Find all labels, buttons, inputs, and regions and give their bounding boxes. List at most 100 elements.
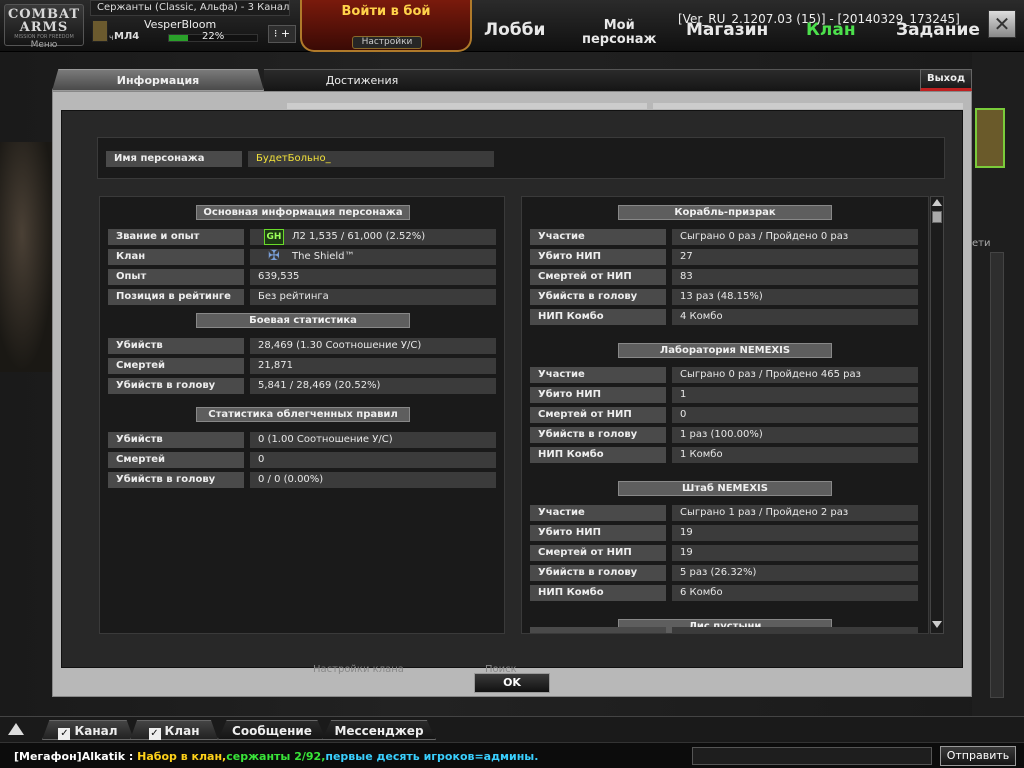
chat-line: [Мегафон]Alkatik : Набор в клан,сержанты… bbox=[0, 742, 1024, 768]
tab-information[interactable]: Информация bbox=[52, 69, 264, 91]
stat-value: Без рейтинга bbox=[250, 289, 496, 305]
xp-percent: 22% bbox=[202, 31, 225, 42]
stat-value: 0 / 0 (0.00%) bbox=[250, 472, 496, 488]
close-icon[interactable]: ✕ bbox=[988, 10, 1016, 38]
player-options-button[interactable]: ⁝ + bbox=[268, 25, 296, 43]
stat-value: 6 Комбо bbox=[672, 585, 918, 601]
stat-label: Позиция в рейтинге bbox=[108, 289, 244, 305]
stat-value: 5 раз (26.32%) bbox=[672, 565, 918, 581]
checkbox-clan[interactable]: ✓ bbox=[148, 728, 161, 740]
chat-text-3: первые десять игроков=админы. bbox=[325, 750, 539, 763]
server-channel: Сержанты (Classic, Альфа) - 3 Канал bbox=[90, 0, 290, 16]
background-thumbnail bbox=[975, 108, 1005, 168]
background-label: ети bbox=[972, 238, 991, 249]
exit-button[interactable]: Выход bbox=[920, 69, 972, 91]
stat-value: 83 bbox=[672, 269, 918, 285]
stat-label: Убийств в голову bbox=[530, 427, 666, 443]
chat-tab-message[interactable]: Сообщение bbox=[218, 720, 326, 740]
section-title: Основная информация персонажа bbox=[196, 205, 410, 220]
stat-value: 1 Комбо bbox=[672, 447, 918, 463]
top-bar: COMBAT ARMS MISSION FOR FREEDOM Меню Сер… bbox=[0, 0, 1024, 52]
nav-my-character[interactable]: Мой персонаж bbox=[582, 19, 656, 47]
checkbox-channel[interactable]: ✓ bbox=[58, 728, 71, 740]
tab-bar-filler bbox=[460, 69, 922, 91]
scroll-thumb[interactable] bbox=[932, 211, 942, 223]
chat-tab-channel[interactable]: ✓ Канал bbox=[42, 720, 134, 740]
background-bar bbox=[287, 103, 647, 109]
background-bar bbox=[653, 103, 963, 109]
stat-label: Опыт bbox=[108, 269, 244, 285]
chat-tab-clan-label: Клан bbox=[164, 724, 200, 738]
soldier-artwork bbox=[0, 142, 55, 372]
enter-battle-label: Войти в бой bbox=[341, 4, 431, 19]
nav-my-character-line1: Мой bbox=[603, 18, 635, 33]
character-name-value: БудетБольно_ bbox=[248, 151, 494, 167]
chat-sender[interactable]: [Мегафон]Alkatik bbox=[14, 750, 125, 763]
stat-value: Сыграно 0 раз / Пройдено 0 раз bbox=[672, 229, 918, 245]
send-button[interactable]: Отправить bbox=[940, 746, 1016, 766]
expand-chat-icon[interactable] bbox=[8, 723, 24, 735]
stat-label: Смертей от НИП bbox=[530, 545, 666, 561]
nav-lobby[interactable]: Лобби bbox=[484, 20, 545, 40]
background-scrollbar[interactable] bbox=[990, 252, 1004, 698]
stat-value: 28,469 (1.30 Соотношение У/С) bbox=[250, 338, 496, 354]
stat-value-partial bbox=[672, 627, 918, 633]
ok-button[interactable]: OK bbox=[474, 673, 550, 693]
battle-settings-button[interactable]: Настройки bbox=[352, 36, 422, 49]
version-string: [Ver_RU_2.1207.03 (15)] - [20140329_1732… bbox=[678, 12, 960, 26]
xp-progress-fill bbox=[169, 35, 189, 41]
stat-value: 1 раз (100.00%) bbox=[672, 427, 918, 443]
stat-label: Участие bbox=[530, 367, 666, 383]
character-info-dialog: Имя персонажа БудетБольно_ Основная инфо… bbox=[52, 91, 972, 697]
stat-label: НИП Комбо bbox=[530, 309, 666, 325]
player-info: ч МЛ4 VesperBloom 22% ⁝ + bbox=[90, 17, 300, 47]
character-name-row: Имя персонажа БудетБольно_ bbox=[97, 137, 945, 179]
stat-value: 0 (1.00 Соотношение У/С) bbox=[250, 432, 496, 448]
chat-tab-clan[interactable]: ✓ Клан bbox=[130, 720, 218, 740]
stat-value: Л2 1,535 / 61,000 (2.52%) bbox=[250, 229, 496, 245]
stat-label: Участие bbox=[530, 505, 666, 521]
character-name-label: Имя персонажа bbox=[106, 151, 242, 167]
chat-separator: : bbox=[125, 750, 138, 763]
scroll-down-icon[interactable] bbox=[932, 621, 942, 628]
stat-label-partial bbox=[530, 627, 666, 633]
stat-label: Участие bbox=[530, 229, 666, 245]
stat-label: Убийств в голову bbox=[108, 378, 244, 394]
stat-label: Убито НИП bbox=[530, 525, 666, 541]
mission-stats-panel: Корабль-призрак Участие Сыграно 0 раз / Пр… bbox=[521, 196, 929, 634]
rank-text: МЛ4 bbox=[114, 31, 140, 42]
enter-battle-button[interactable]: Войти в бой Настройки bbox=[300, 0, 472, 52]
stat-label: Убито НИП bbox=[530, 387, 666, 403]
game-logo-menu[interactable]: COMBAT ARMS MISSION FOR FREEDOM Меню bbox=[4, 4, 84, 50]
stat-value: 0 bbox=[672, 407, 918, 423]
dialog-tabs: Информация Достижения bbox=[52, 69, 972, 91]
stat-value: The Shield™ bbox=[250, 249, 496, 265]
chat-tabs-bar: ✓ Канал ✓ Клан Сообщение Мессенджер bbox=[0, 716, 1024, 742]
stat-value: 19 bbox=[672, 525, 918, 541]
stat-label: Убийств bbox=[108, 338, 244, 354]
section-title: Лаборатория NEMEXIS bbox=[618, 343, 832, 358]
chat-tab-messenger[interactable]: Мессенджер bbox=[322, 720, 436, 740]
plus-icon: + bbox=[280, 27, 291, 40]
stat-label: Клан bbox=[108, 249, 244, 265]
rank-insignia-icon bbox=[92, 20, 108, 42]
clan-emblem-icon: ✠ bbox=[268, 248, 280, 264]
section-title: Боевая статистика bbox=[196, 313, 410, 328]
player-nickname: VesperBloom bbox=[144, 18, 217, 31]
stat-label: Смертей от НИП bbox=[530, 269, 666, 285]
mission-stats-scrollbar[interactable] bbox=[930, 196, 944, 634]
scroll-up-icon[interactable] bbox=[932, 199, 942, 206]
rank-badge-icon: GH bbox=[264, 229, 284, 245]
stat-label: Убийств в голову bbox=[530, 289, 666, 305]
stat-label: НИП Комбо bbox=[530, 447, 666, 463]
chat-input[interactable] bbox=[692, 747, 932, 765]
stat-label: НИП Комбо bbox=[530, 585, 666, 601]
stat-label: Смертей bbox=[108, 358, 244, 374]
stat-value: 27 bbox=[672, 249, 918, 265]
stat-value: Сыграно 0 раз / Пройдено 465 раз bbox=[672, 367, 918, 383]
tab-achievements[interactable]: Достижения bbox=[264, 69, 460, 91]
stat-value: Сыграно 1 раз / Пройдено 2 раз bbox=[672, 505, 918, 521]
stat-value: 639,535 bbox=[250, 269, 496, 285]
stat-value: 1 bbox=[672, 387, 918, 403]
stat-value: 5,841 / 28,469 (20.52%) bbox=[250, 378, 496, 394]
